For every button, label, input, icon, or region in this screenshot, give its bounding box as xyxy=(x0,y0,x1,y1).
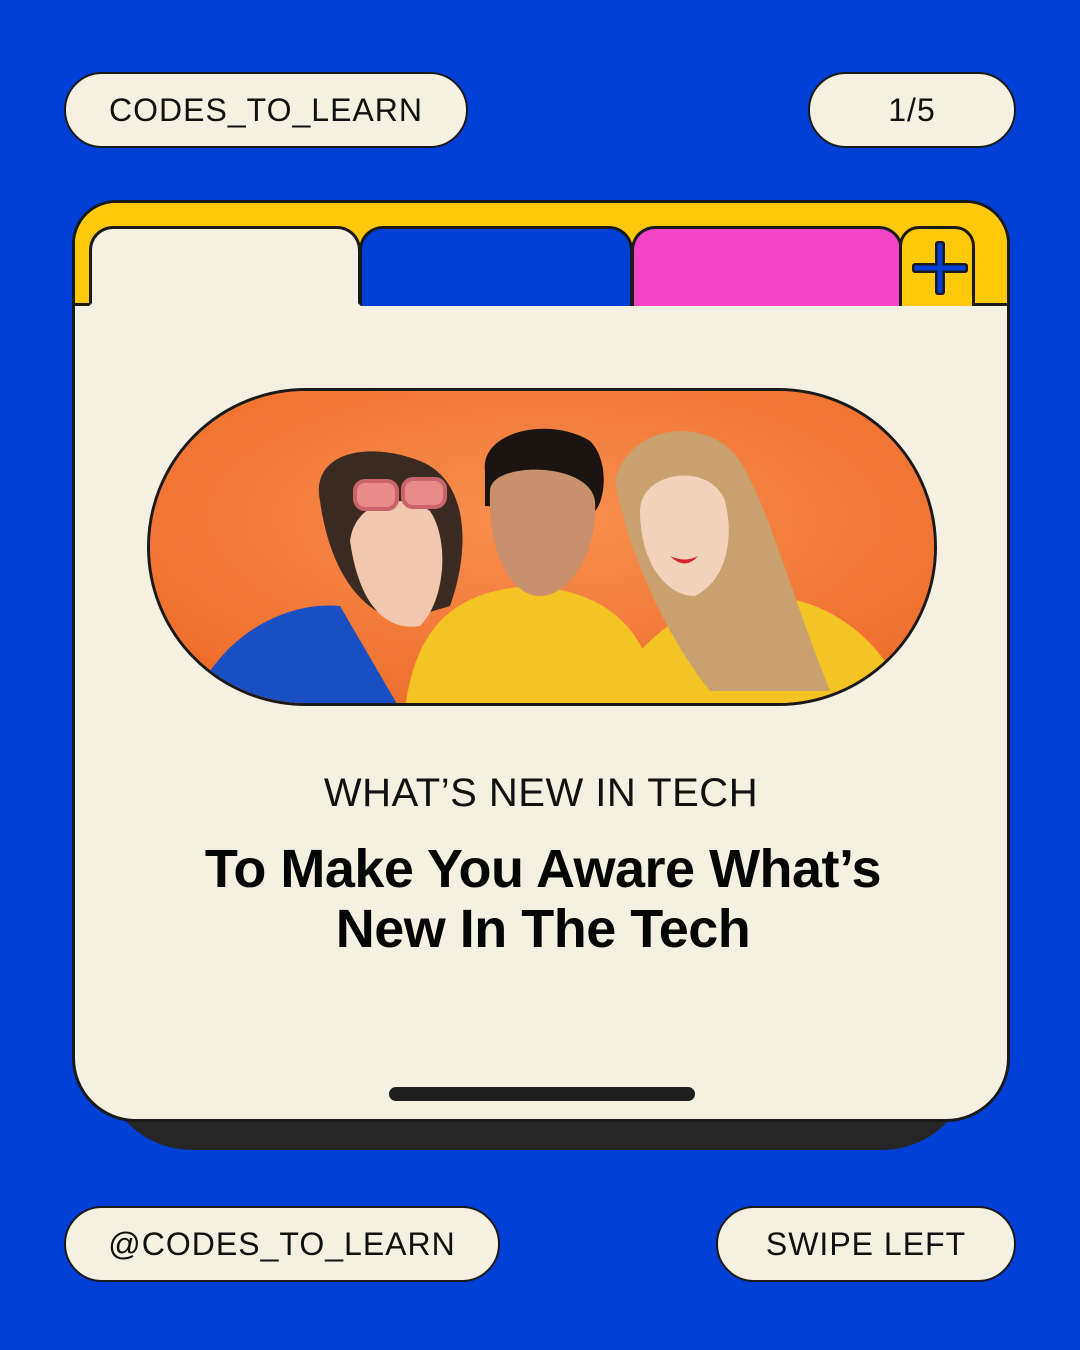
swipe-label: SWIPE LEFT xyxy=(765,1225,967,1262)
tab-active[interactable] xyxy=(89,226,361,306)
tab-pink[interactable] xyxy=(631,226,903,306)
hero-photo xyxy=(147,388,937,706)
swipe-left-pill[interactable]: SWIPE LEFT xyxy=(716,1206,1016,1282)
home-indicator-bar xyxy=(389,1087,695,1101)
headline-line-1: To Make You Aware What’s xyxy=(204,839,882,899)
plus-icon xyxy=(912,241,968,295)
headline-line-2: New In The Tech xyxy=(335,899,751,959)
kicker-text: WHAT’S NEW IN TECH xyxy=(323,771,759,815)
page-indicator-pill: 1/5 xyxy=(808,72,1016,148)
handle-pill[interactable]: @CODES_TO_LEARN xyxy=(64,1206,500,1282)
brand-label: CODES_TO_LEARN xyxy=(109,91,423,128)
browser-card: WHAT’S NEW IN TECH To Make You Aware Wha… xyxy=(72,200,1010,1122)
add-tab-button[interactable] xyxy=(899,226,975,306)
headline: To Make You Aware What’s New In The Tech xyxy=(105,839,981,959)
page-indicator: 1/5 xyxy=(888,91,936,128)
people-illustration xyxy=(150,391,934,703)
tab-bar xyxy=(75,203,1007,306)
handle-label: @CODES_TO_LEARN xyxy=(108,1225,456,1262)
brand-pill: CODES_TO_LEARN xyxy=(64,72,468,148)
tab-blue[interactable] xyxy=(359,226,633,306)
